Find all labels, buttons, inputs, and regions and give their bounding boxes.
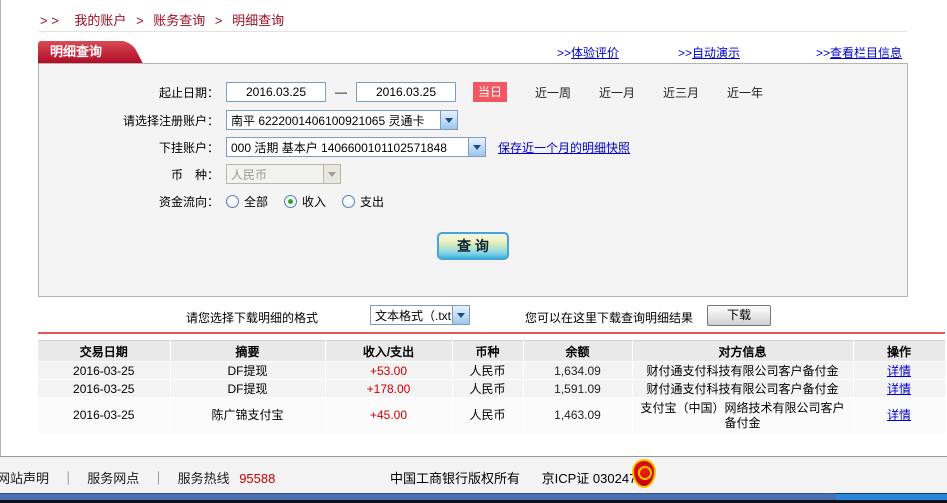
table-row: 2016-03-25 DF提现 +53.00 人民币 1,634.09 财付通支… xyxy=(38,361,946,380)
breadcrumb-separator: > xyxy=(214,13,223,28)
fund-flow-row: 资金流向： 全部 收入 支出 xyxy=(39,190,907,212)
query-form-panel: 起止日期： — 当日 近一周 近一月 近三月 近一年 请选择注册账户： 南平 6… xyxy=(38,63,908,297)
radio-icon[interactable] xyxy=(226,194,239,208)
sub-account-label: 下挂账户： xyxy=(158,140,219,155)
download-format-select[interactable]: 文本格式（.txt） xyxy=(370,305,470,325)
download-hint: 您可以在这里下载查询明细结果 xyxy=(525,311,694,325)
link-view-column-info[interactable]: >>查看栏目信息 xyxy=(816,44,902,61)
footer: 网站声明 ｜ 服务网点 ｜ 服务热线 95588 中国工商银行版权所有 京ICP… xyxy=(0,456,947,493)
fund-flow-options: 全部 收入 支出 xyxy=(226,193,384,210)
flow-option-all[interactable]: 全部 xyxy=(226,193,268,210)
footer-copyright: 中国工商银行版权所有 京ICP证 030247号 xyxy=(390,471,650,486)
query-button-row: 查 询 xyxy=(39,232,907,260)
col-action: 操作 xyxy=(853,340,946,362)
breadcrumb-separator: > xyxy=(136,13,144,28)
col-summary: 摘要 xyxy=(170,340,326,362)
tab-detail-query: 明细查询 xyxy=(38,41,124,63)
footer-hotline-number: 95588 xyxy=(239,471,276,486)
page-left-edge xyxy=(0,0,1,503)
quick-range-year[interactable]: 近一年 xyxy=(727,84,763,101)
chevron-down-icon[interactable] xyxy=(440,111,457,129)
sub-account-row: 下挂账户： 000 活期 基本户 1406600101102571848 保存近… xyxy=(39,136,907,158)
footer-site-statement-link[interactable]: 网站声明 xyxy=(0,471,49,486)
register-account-label: 请选择注册账户： xyxy=(122,113,219,128)
breadcrumb: > > 我的账户 > 账务查询 > 明细查询 xyxy=(40,10,284,29)
col-date: 交易日期 xyxy=(38,340,171,362)
flow-option-income[interactable]: 收入 xyxy=(284,193,326,210)
download-format-label: 请您选择下载明细的格式 xyxy=(186,311,319,325)
footer-service-branches-link[interactable]: 服务网点 xyxy=(87,471,139,486)
date-from-input[interactable] xyxy=(226,82,326,102)
breadcrumb-account-query[interactable]: 账务查询 xyxy=(153,13,205,28)
date-dash: — xyxy=(335,85,347,99)
quick-range-quarter[interactable]: 近三月 xyxy=(663,84,699,101)
currency-label: 币 种： xyxy=(170,167,219,182)
date-to-input[interactable] xyxy=(356,82,456,102)
chevron-down-icon[interactable] xyxy=(468,138,485,156)
col-balance: 余额 xyxy=(523,340,633,362)
detail-link[interactable]: 详情 xyxy=(887,364,911,378)
col-amount: 收入/支出 xyxy=(325,340,453,362)
breadcrumb-prefix: > > xyxy=(40,13,59,28)
register-account-row: 请选择注册账户： 南平 6222001406100921065 灵通卡 xyxy=(39,109,907,131)
currency-select: 人民币 xyxy=(226,164,341,184)
radio-icon[interactable] xyxy=(342,194,356,208)
tab-title: 明细查询 xyxy=(50,44,103,59)
chevron-down-icon xyxy=(323,165,340,183)
date-range-row: 起止日期： — 当日 近一周 近一月 近三月 近一年 xyxy=(39,81,907,103)
col-counterparty: 对方信息 xyxy=(632,340,854,362)
breadcrumb-my-account[interactable]: 我的账户 xyxy=(74,13,126,28)
detail-link[interactable]: 详情 xyxy=(887,408,911,422)
table-header-row: 交易日期 摘要 收入/支出 币种 余额 对方信息 操作 xyxy=(38,340,946,362)
table-top-rule xyxy=(38,332,945,334)
quick-range-today[interactable]: 当日 xyxy=(473,82,507,102)
register-account-select[interactable]: 南平 6222001406100921065 灵通卡 xyxy=(226,110,458,130)
download-row: 请您选择下载明细的格式 文本格式（.txt） 您可以在这里下载查询明细结果 下载 xyxy=(0,305,947,327)
footer-links: 网站声明 ｜ 服务网点 ｜ 服务热线 95588 xyxy=(0,468,275,487)
date-range-label: 起止日期： xyxy=(158,85,219,100)
download-button[interactable]: 下载 xyxy=(707,305,771,326)
link-auto-demo[interactable]: >>自动演示 xyxy=(678,44,740,61)
chevron-down-icon[interactable] xyxy=(452,306,469,324)
query-button[interactable]: 查 询 xyxy=(437,232,509,260)
breadcrumb-detail-query[interactable]: 明细查询 xyxy=(232,13,284,28)
transaction-table: 交易日期 摘要 收入/支出 币种 余额 对方信息 操作 2016-03-25 D… xyxy=(38,340,946,434)
table-row: 2016-03-25 DF提现 +178.00 人民币 1,591.09 财付通… xyxy=(38,379,946,398)
detail-link[interactable]: 详情 xyxy=(887,382,911,396)
col-currency: 币种 xyxy=(452,340,524,362)
breadcrumb-divider xyxy=(38,31,907,32)
fund-flow-label: 资金流向： xyxy=(158,194,219,209)
icp-shield-badge-icon[interactable] xyxy=(632,459,656,488)
bottom-bar xyxy=(0,493,947,503)
save-monthly-snapshot-link[interactable]: 保存近一个月的明细快照 xyxy=(498,139,630,156)
footer-hotline-label: 服务热线 xyxy=(177,471,230,486)
quick-range-month[interactable]: 近一月 xyxy=(599,84,635,101)
quick-range-week[interactable]: 近一周 xyxy=(535,84,571,101)
radio-checked-icon[interactable] xyxy=(284,194,298,208)
sub-account-select[interactable]: 000 活期 基本户 1406600101102571848 xyxy=(226,137,486,157)
link-experience-rating[interactable]: >>体验评价 xyxy=(557,44,619,61)
table-row: 2016-03-25 陈广锦支付宝 +45.00 人民币 1,463.09 支付… xyxy=(38,397,946,434)
flow-option-expense[interactable]: 支出 xyxy=(342,193,384,210)
currency-row: 币 种： 人民币 xyxy=(39,163,907,185)
